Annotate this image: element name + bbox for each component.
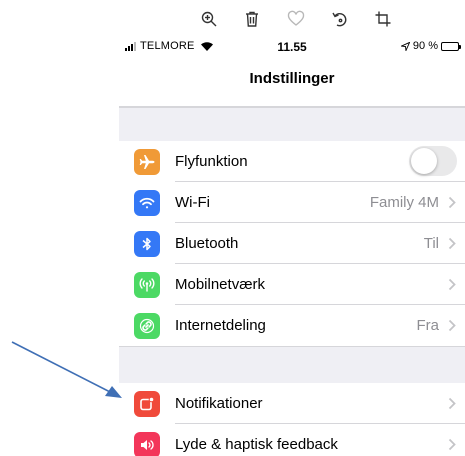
rotate-icon[interactable] [329,8,351,30]
airplane-mode-toggle[interactable] [409,146,457,176]
zoom-in-icon[interactable] [198,8,220,30]
chevron-right-icon [448,196,456,209]
crop-icon[interactable] [372,8,394,30]
settings-row-wifi[interactable]: Wi-Fi Family 4M [119,182,465,223]
location-icon [400,41,410,51]
settings-row-label: Flyfunktion [175,153,248,170]
settings-row-notifikationer[interactable]: Notifikationer [119,383,465,424]
navigation-bar: Indstillinger [119,58,465,107]
trash-icon[interactable] [241,8,263,30]
group-spacer [119,346,465,384]
battery-percentage: 90 % [412,40,438,52]
speaker-icon [134,432,160,456]
battery-icon [441,41,461,51]
settings-row-label: Mobilnetværk [175,276,266,293]
settings-row-value: Til [423,235,439,252]
settings-row-value: Fra [416,317,440,334]
settings-row-label: Notifikationer [175,395,263,412]
antenna-icon [134,272,160,298]
settings-row-label: Lyde & haptisk feedback [175,436,338,453]
settings-row-lyde[interactable]: Lyde & haptisk feedback [119,424,465,456]
heart-icon[interactable] [285,8,307,30]
settings-row-flyfunktion[interactable]: Flyfunktion [119,141,465,182]
hotspot-icon [134,313,160,339]
chevron-right-icon [448,438,456,451]
image-viewer-toolbar [0,0,465,36]
settings-row-label: Wi-Fi [175,194,210,211]
chevron-right-icon [448,278,456,291]
airplane-icon [134,149,160,175]
settings-row-mobilnetvaerk[interactable]: Mobilnetværk [119,264,465,305]
wifi-icon [134,190,160,216]
settings-row-label: Internetdeling [175,317,266,334]
settings-row-value: Family 4M [369,194,439,211]
bluetooth-icon [134,231,160,257]
chevron-right-icon [448,319,456,332]
chevron-right-icon [448,237,456,250]
group-spacer [119,107,465,142]
settings-row-bluetooth[interactable]: Bluetooth Til [119,223,465,264]
notification-icon [134,391,160,417]
settings-row-label: Bluetooth [175,235,239,252]
settings-screen: TELMORE 11.55 90 % Indstillinger Flyfunk… [119,36,465,456]
chevron-right-icon [448,397,456,410]
settings-row-internetdeling[interactable]: Internetdeling Fra [119,305,465,346]
page-title: Indstillinger [249,70,335,87]
status-bar: TELMORE 11.55 90 % [119,36,465,58]
